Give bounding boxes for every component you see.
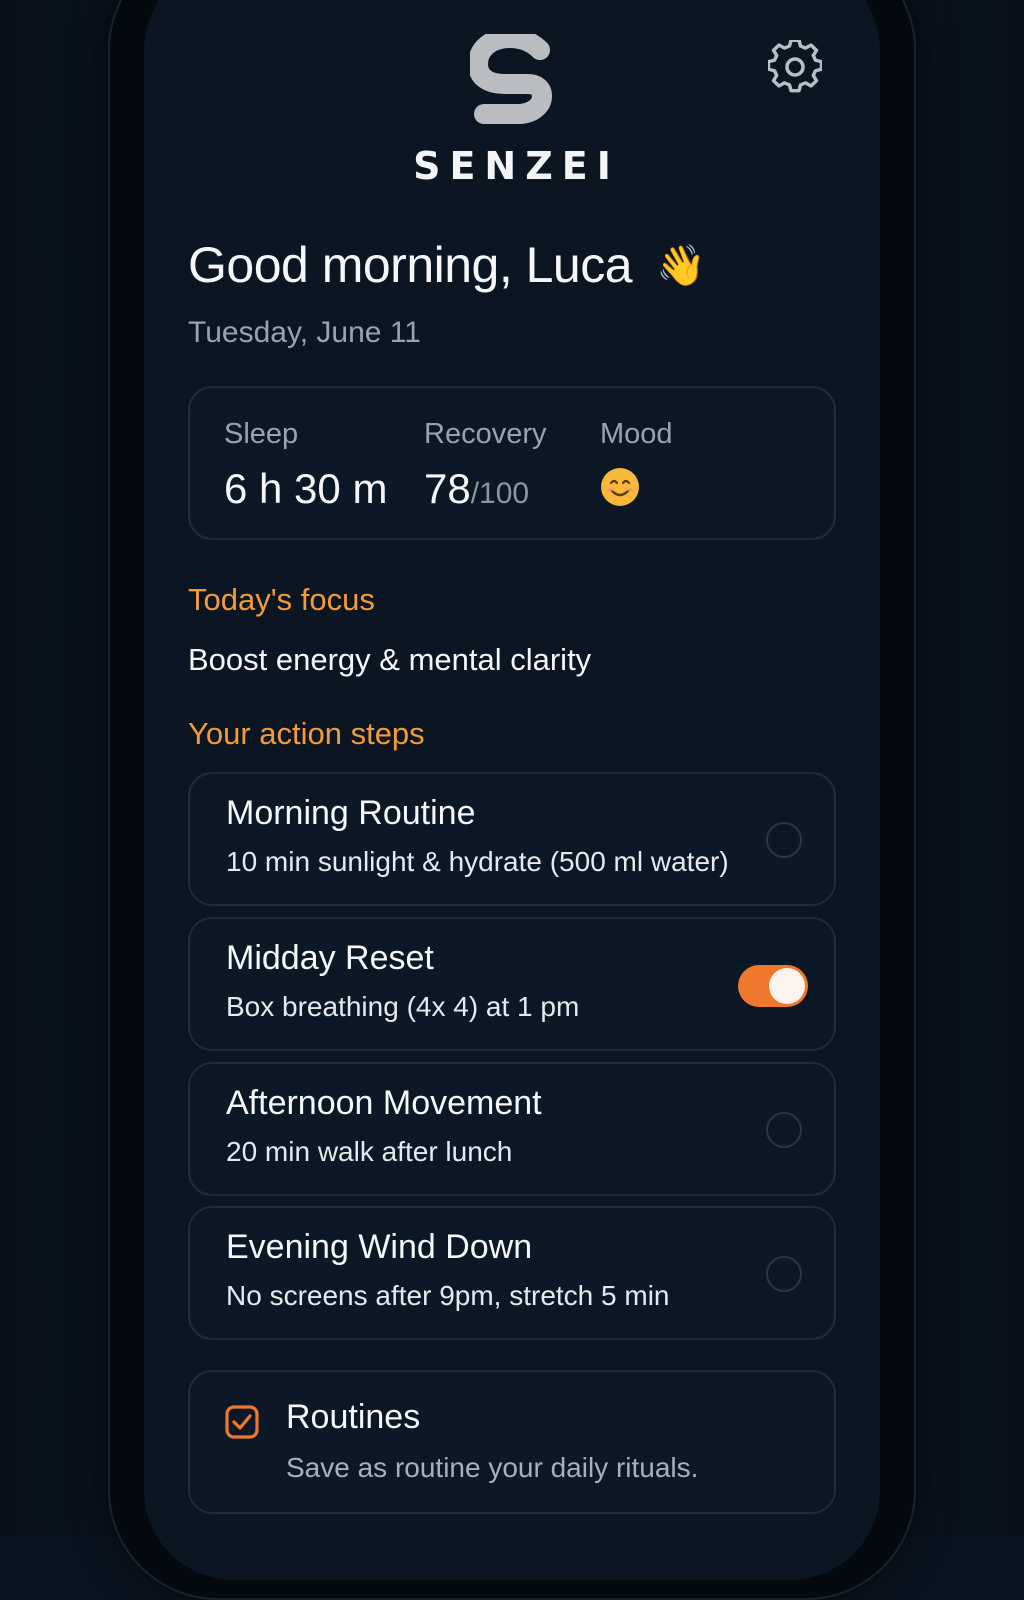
routines-title: Routines <box>286 1398 421 1436</box>
waving-hand-icon: 👋 <box>656 243 706 288</box>
mood-label: Mood <box>600 418 673 450</box>
step-title: Afternoon Movement <box>226 1084 542 1122</box>
recovery-unit: /100 <box>470 477 530 510</box>
action-step-evening-wind-down[interactable]: Evening Wind Down No screens after 9pm, … <box>188 1206 836 1340</box>
toggle-knob <box>769 968 805 1004</box>
recovery-value-row: 78/100 <box>424 465 547 513</box>
step-description: 20 min walk after lunch <box>226 1136 513 1167</box>
step-title: Midday Reset <box>226 939 434 977</box>
routines-card[interactable]: Routines Save as routine your daily ritu… <box>188 1370 836 1514</box>
sleep-value: 6 h 30 m <box>224 465 388 512</box>
app-screen: SENZEI Good morning, Luca 👋 Tuesday, Jun… <box>144 0 880 1580</box>
greeting-heading: Good morning, Luca 👋 <box>188 236 706 294</box>
senzei-logo-icon <box>470 34 553 124</box>
action-step-afternoon-movement[interactable]: Afternoon Movement 20 min walk after lun… <box>188 1062 836 1196</box>
focus-text: Boost energy & mental clarity <box>188 642 592 677</box>
gear-icon[interactable] <box>768 40 822 94</box>
routines-description: Save as routine your daily rituals. <box>286 1452 699 1483</box>
action-step-morning-routine[interactable]: Morning Routine 10 min sunlight & hydrat… <box>188 772 836 906</box>
step-complete-toggle[interactable] <box>738 965 808 1007</box>
recovery-label: Recovery <box>424 418 547 450</box>
action-steps-heading: Your action steps <box>188 716 425 751</box>
current-date: Tuesday, June 11 <box>188 316 421 349</box>
step-complete-radio[interactable] <box>766 1112 802 1148</box>
checkbox-icon <box>225 1405 259 1439</box>
smiling-face-icon <box>601 468 639 506</box>
daily-stats-card: Sleep 6 h 30 m Recovery 78/100 Mood <box>188 386 836 540</box>
mood-stat: Mood <box>600 418 673 512</box>
home-content: SENZEI Good morning, Luca 👋 Tuesday, Jun… <box>144 0 880 1536</box>
step-complete-radio[interactable] <box>766 1256 802 1292</box>
focus-heading: Today's focus <box>188 582 375 617</box>
recovery-stat: Recovery 78/100 <box>424 418 547 513</box>
greeting-text: Good morning, Luca <box>188 237 633 293</box>
sleep-label: Sleep <box>224 418 299 450</box>
step-description: No screens after 9pm, stretch 5 min <box>226 1280 670 1311</box>
step-title: Morning Routine <box>226 794 476 832</box>
step-description: 10 min sunlight & hydrate (500 ml water) <box>226 846 729 877</box>
step-title: Evening Wind Down <box>226 1228 533 1266</box>
step-description: Box breathing (4x 4) at 1 pm <box>226 991 580 1022</box>
sleep-stat: Sleep 6 h 30 m <box>224 418 387 513</box>
step-complete-radio[interactable] <box>766 822 802 858</box>
brand-name: SENZEI <box>413 144 620 188</box>
action-step-midday-reset[interactable]: Midday Reset Box breathing (4x 4) at 1 p… <box>188 917 836 1051</box>
recovery-value: 78 <box>424 465 471 512</box>
